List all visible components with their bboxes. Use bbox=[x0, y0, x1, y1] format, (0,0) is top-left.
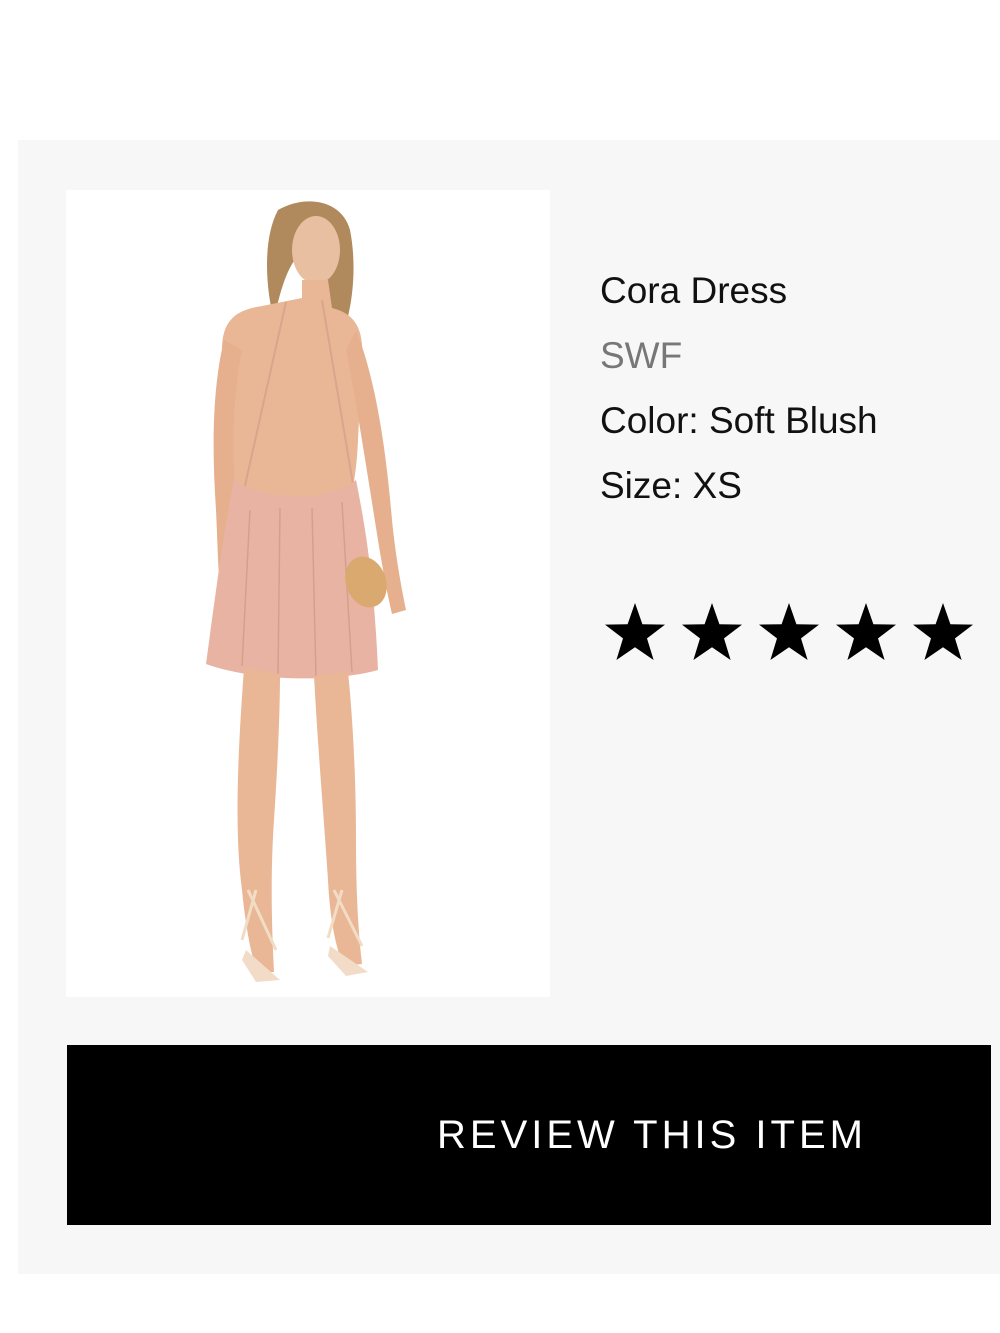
page: Cora Dress SWF Color: Soft Blush Size: X… bbox=[0, 0, 1000, 1333]
star-icon[interactable] bbox=[750, 592, 827, 672]
dress-model-illustration bbox=[206, 201, 406, 982]
review-button-label: REVIEW THIS ITEM bbox=[437, 1113, 867, 1157]
star-icon[interactable] bbox=[596, 592, 673, 672]
product-details: Cora Dress SWF Color: Soft Blush Size: X… bbox=[600, 258, 990, 518]
star-icon[interactable] bbox=[904, 592, 981, 672]
product-color: Color: Soft Blush bbox=[600, 400, 878, 441]
review-item-card: Cora Dress SWF Color: Soft Blush Size: X… bbox=[18, 140, 1000, 1274]
star-icon[interactable] bbox=[673, 592, 750, 672]
product-name[interactable]: Cora Dress bbox=[600, 258, 990, 323]
product-size: Size: XS bbox=[600, 465, 742, 506]
product-brand[interactable]: SWF bbox=[600, 323, 990, 388]
star-rating[interactable] bbox=[596, 592, 981, 672]
product-image[interactable] bbox=[66, 190, 550, 997]
star-icon[interactable] bbox=[827, 592, 904, 672]
review-this-item-button[interactable]: REVIEW THIS ITEM bbox=[67, 1045, 991, 1225]
